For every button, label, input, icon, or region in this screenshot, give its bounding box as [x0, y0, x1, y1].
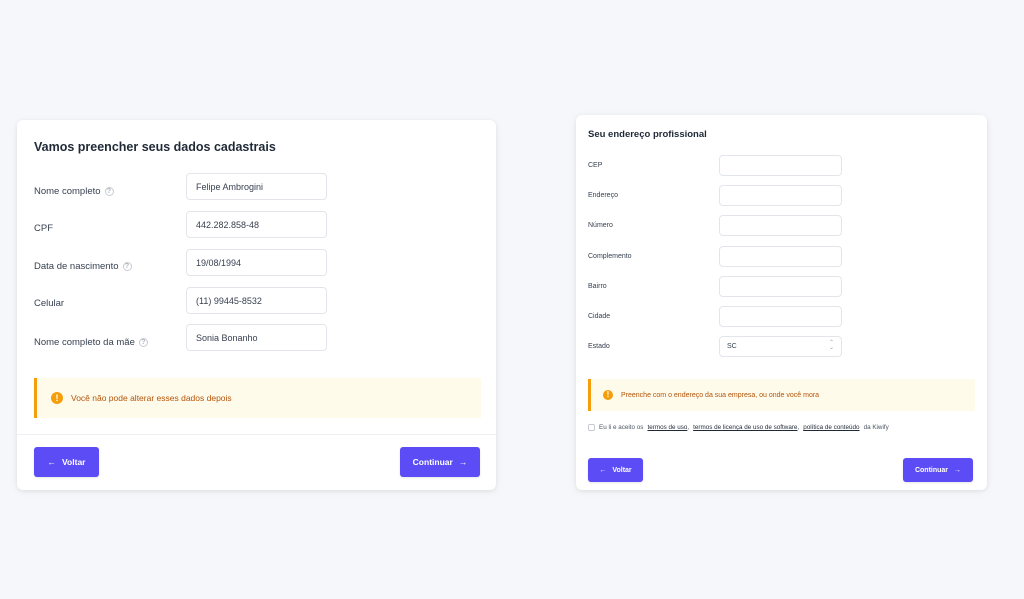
field-row-neighborhood: Bairro: [588, 276, 607, 297]
terms-prefix: Eu li e aceito os: [599, 424, 644, 431]
arrow-left-icon: ←: [599, 466, 607, 474]
continue-button[interactable]: Continuar →: [400, 447, 480, 477]
continue-button[interactable]: Continuar →: [903, 458, 973, 482]
help-icon[interactable]: ?: [104, 187, 114, 196]
terms-separator: ,: [687, 424, 690, 431]
content-policy-link[interactable]: política de conteúdo: [803, 424, 859, 431]
chevron-down-icon: ⌄: [828, 345, 834, 351]
birth-date-label: Data de nascimento: [34, 261, 119, 272]
terms-suffix: da Kiwify: [863, 424, 889, 431]
phone-label: Celular: [34, 298, 65, 309]
state-label: Estado: [588, 343, 610, 350]
field-row-cep: CEP: [588, 155, 602, 176]
field-row-state: Estado: [588, 336, 610, 357]
arrow-left-icon: ←: [47, 457, 57, 467]
mother-name-value: Sonia Bonanho: [196, 332, 258, 343]
field-row-number: Número: [588, 215, 613, 236]
field-row-birth-date: Data de nascimento ?: [34, 253, 132, 280]
arrow-right-icon: →: [954, 466, 962, 474]
birth-date-value: 19/08/1994: [196, 257, 242, 268]
cep-input[interactable]: [719, 155, 842, 176]
footer-divider: [17, 434, 496, 435]
software-license-link[interactable]: termos de licença de uso de software: [693, 424, 797, 431]
neighborhood-input[interactable]: [719, 276, 842, 297]
help-icon[interactable]: ?: [138, 338, 148, 347]
personal-warning-text: Você não pode alterar esses dados depois: [71, 393, 232, 403]
mother-name-label: Nome completo da mãe: [34, 337, 135, 348]
neighborhood-label: Bairro: [588, 283, 607, 290]
select-chevron-icon: ⌃ ⌄: [828, 340, 834, 351]
number-input[interactable]: [719, 215, 842, 236]
address-card: Seu endereço profissional CEP Endereço N…: [576, 115, 987, 490]
field-row-phone: Celular: [34, 290, 64, 317]
full-name-label: Nome completo: [34, 186, 101, 197]
cpf-label: CPF: [34, 223, 53, 234]
address-info-alert: ! Preenche com o endereço da sua empresa…: [588, 379, 975, 411]
street-input[interactable]: [719, 185, 842, 206]
continue-button-label: Continuar: [914, 466, 949, 474]
state-select[interactable]: SC ⌃ ⌄: [719, 336, 842, 357]
phone-input[interactable]: (11) 99445-8532: [186, 287, 327, 314]
full-name-value: Felipe Ambrogini: [196, 181, 264, 192]
personal-warning-alert: ! Você não pode alterar esses dados depo…: [34, 378, 481, 418]
city-input[interactable]: [719, 306, 842, 327]
back-button[interactable]: ← Voltar: [34, 447, 99, 477]
number-label: Número: [588, 222, 613, 229]
terms-agreement: Eu li e aceito os termos de uso, termos …: [588, 424, 889, 431]
terms-checkbox[interactable]: [588, 424, 595, 431]
state-value: SC: [727, 343, 737, 350]
arrow-right-icon: →: [458, 457, 468, 467]
phone-value: (11) 99445-8532: [196, 295, 262, 306]
complement-input[interactable]: [719, 246, 842, 267]
city-label: Cidade: [588, 313, 611, 320]
cpf-value: 442.282.858-48: [196, 219, 260, 230]
address-info-text: Preenche com o endereço da sua empresa, …: [621, 391, 820, 399]
mother-name-input[interactable]: Sonia Bonanho: [186, 324, 327, 351]
cep-label: CEP: [588, 162, 603, 169]
back-button-label: Voltar: [62, 457, 86, 467]
field-row-street: Endereço: [588, 185, 618, 206]
full-name-input[interactable]: Felipe Ambrogini: [186, 173, 327, 200]
warning-icon: !: [51, 392, 63, 404]
terms-separator: ,: [797, 424, 800, 431]
back-button[interactable]: ← Voltar: [588, 458, 643, 482]
back-button-label: Voltar: [612, 466, 632, 474]
cpf-input[interactable]: 442.282.858-48: [186, 211, 327, 238]
field-row-cpf: CPF: [34, 215, 53, 242]
warning-icon: !: [603, 390, 613, 400]
street-label: Endereço: [588, 192, 618, 199]
address-title: Seu endereço profissional: [588, 129, 707, 140]
personal-data-title: Vamos preencher seus dados cadastrais: [34, 140, 276, 154]
field-row-complement: Complemento: [588, 246, 632, 267]
terms-of-use-link[interactable]: termos de uso: [647, 424, 687, 431]
complement-label: Complemento: [588, 253, 632, 260]
field-row-city: Cidade: [588, 306, 610, 327]
continue-button-label: Continuar: [412, 457, 453, 467]
birth-date-input[interactable]: 19/08/1994: [186, 249, 327, 276]
field-row-full-name: Nome completo ?: [34, 178, 114, 205]
field-row-mother-name: Nome completo da mãe ?: [34, 329, 148, 356]
help-icon[interactable]: ?: [122, 262, 132, 271]
personal-data-card: Vamos preencher seus dados cadastrais No…: [17, 120, 496, 490]
